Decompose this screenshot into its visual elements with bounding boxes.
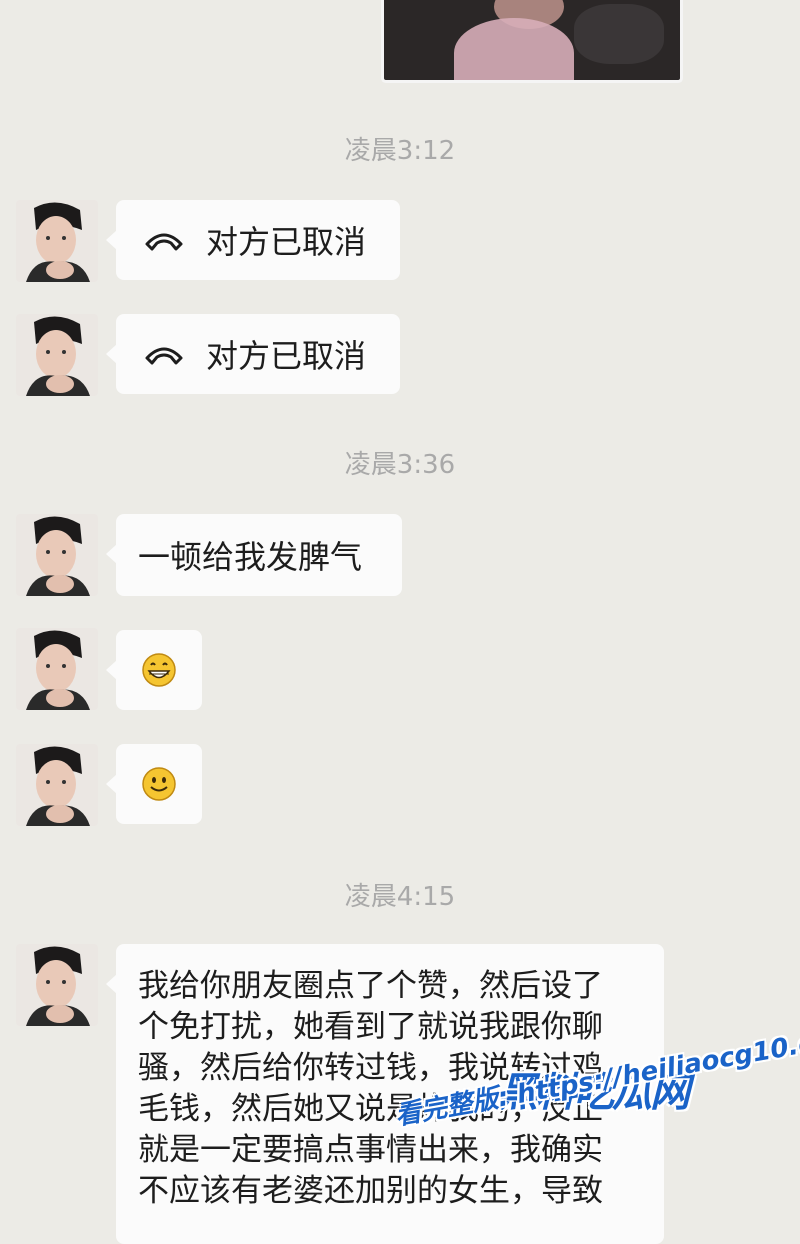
- call-status-text: 对方已取消: [206, 337, 367, 375]
- photo-detail: [454, 18, 574, 80]
- contact-avatar[interactable]: [16, 744, 98, 826]
- timestamp: 凌晨3:12: [344, 136, 456, 166]
- message-bubble[interactable]: 一顿给我发脾气: [106, 514, 402, 596]
- message-line: 不应该有老婆还加别的女生，导致: [138, 1173, 603, 1209]
- emoji-bubble[interactable]: [106, 630, 202, 710]
- contact-avatar[interactable]: [16, 314, 98, 396]
- smile-emoji-icon: [142, 767, 176, 801]
- timestamp: 凌晨3:36: [344, 450, 456, 480]
- contact-avatar[interactable]: [16, 628, 98, 710]
- call-status-bubble[interactable]: 对方已取消: [106, 314, 400, 394]
- photo-detail: [574, 4, 664, 64]
- message-line: 我给你朋友圈点了个赞，然后设了: [138, 968, 603, 1004]
- message-text: 一顿给我发脾气: [138, 538, 363, 576]
- phone-hangup-icon: [145, 347, 183, 365]
- contact-avatar[interactable]: [16, 514, 98, 596]
- grin-emoji-icon: [142, 653, 176, 687]
- message-line: 个免打扰，她看到了就说我跟你聊: [138, 1009, 603, 1045]
- contact-avatar[interactable]: [16, 944, 98, 1026]
- emoji-bubble[interactable]: [106, 744, 202, 824]
- call-status-text: 对方已取消: [206, 223, 367, 261]
- call-status-bubble[interactable]: 对方已取消: [106, 200, 400, 280]
- message-line: 就是一定要搞点事情出来，我确实: [138, 1132, 603, 1168]
- timestamp: 凌晨4:15: [344, 882, 456, 912]
- contact-avatar[interactable]: [16, 200, 98, 282]
- image-message-thumbnail[interactable]: [384, 0, 680, 80]
- phone-hangup-icon: [145, 233, 183, 251]
